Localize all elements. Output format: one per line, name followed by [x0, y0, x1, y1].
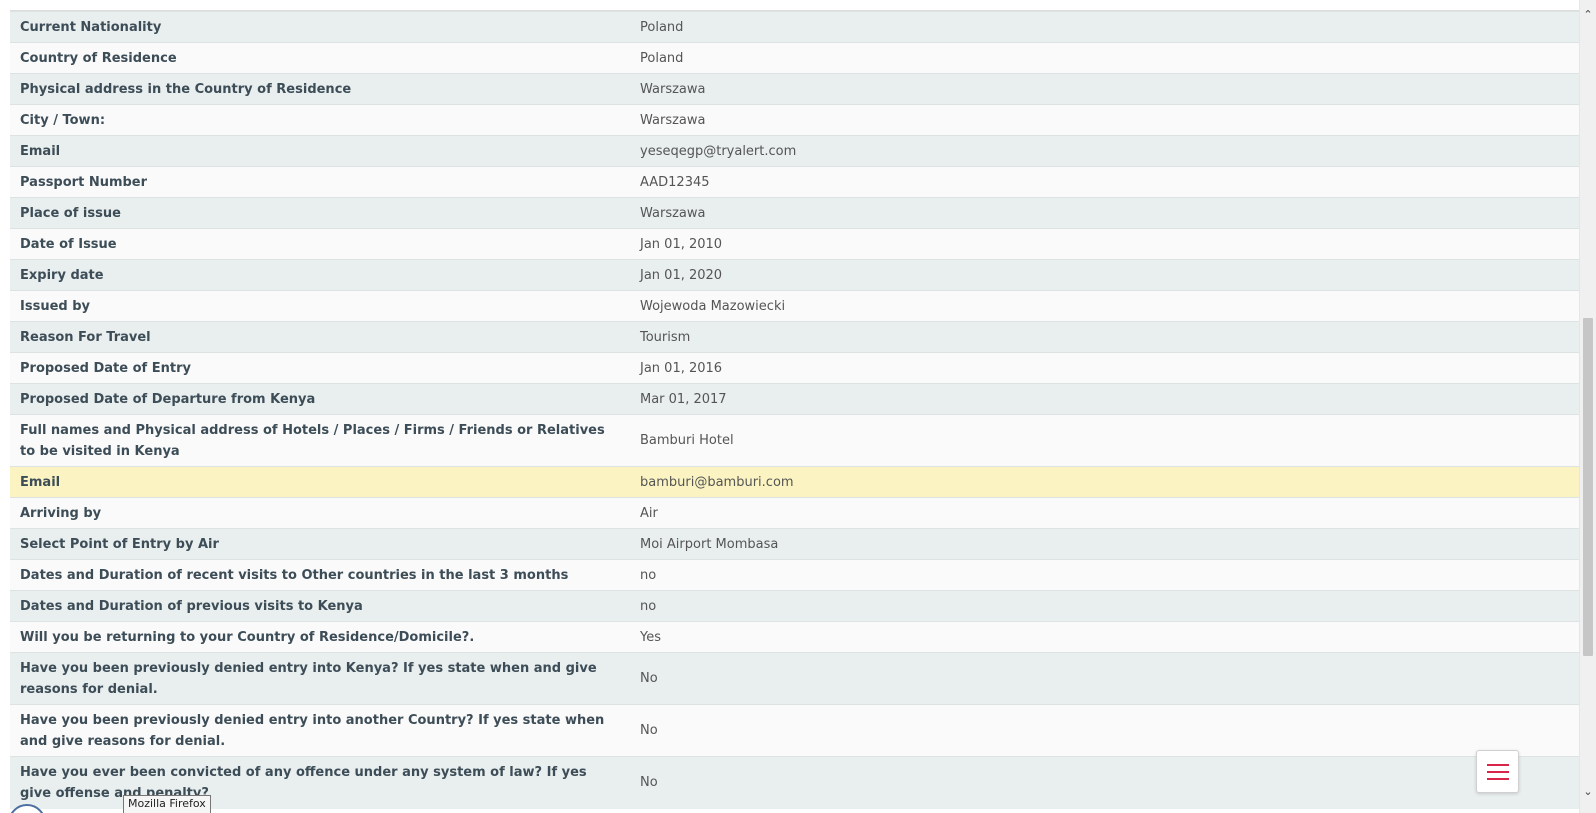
table-row: Email yeseqegp@tryalert.com: [10, 135, 1580, 167]
row-value: Tourism: [630, 321, 1580, 353]
hamburger-menu-icon: [1486, 763, 1509, 780]
table-row: Have you been previously denied entry in…: [10, 652, 1580, 705]
menu-button[interactable]: [1476, 750, 1519, 793]
row-label: Expiry date: [10, 259, 630, 291]
row-label: Issued by: [10, 290, 630, 322]
row-label: Proposed Date of Entry: [10, 352, 630, 384]
vertical-scrollbar[interactable]: ⌃ ⌄: [1579, 0, 1596, 813]
row-label: Email: [10, 466, 630, 498]
table-row: Have you ever been convicted of any offe…: [10, 756, 1580, 809]
row-label: Dates and Duration of previous visits to…: [10, 590, 630, 622]
row-value: Jan 01, 2016: [630, 352, 1580, 384]
row-label: Physical address in the Country of Resid…: [10, 73, 630, 105]
table-row: Proposed Date of Departure from Kenya Ma…: [10, 383, 1580, 415]
table-row: Have you been previously denied entry in…: [10, 704, 1580, 757]
table-row: Proposed Date of Entry Jan 01, 2016: [10, 352, 1580, 384]
row-value: No: [630, 704, 1580, 757]
row-value: No: [630, 652, 1580, 705]
table-row: Place of issue Warszawa: [10, 197, 1580, 229]
table-row-highlighted: Email bamburi@bamburi.com: [10, 466, 1580, 498]
row-label: Select Point of Entry by Air: [10, 528, 630, 560]
row-label: Date of Issue: [10, 228, 630, 260]
row-label: Arriving by: [10, 497, 630, 529]
row-label: Have you been previously denied entry in…: [10, 704, 630, 757]
row-value: bamburi@bamburi.com: [630, 466, 1580, 498]
table-row: Expiry date Jan 01, 2020: [10, 259, 1580, 291]
table-top-edge: [10, 0, 1580, 11]
table-row: Arriving by Air: [10, 497, 1580, 529]
scroll-down-icon[interactable]: ⌄: [1580, 783, 1596, 801]
row-value: Poland: [630, 42, 1580, 74]
row-label: Current Nationality: [10, 11, 630, 43]
review-page: Current Nationality Poland Country of Re…: [0, 0, 1580, 813]
table-row: Date of Issue Jan 01, 2010: [10, 228, 1580, 260]
row-label: Place of issue: [10, 197, 630, 229]
table-row: Passport Number AAD12345: [10, 166, 1580, 198]
table-row: Reason For Travel Tourism: [10, 321, 1580, 353]
row-label: Reason For Travel: [10, 321, 630, 353]
row-value: AAD12345: [630, 166, 1580, 198]
application-review-table: Current Nationality Poland Country of Re…: [10, 11, 1580, 809]
table-row: Full names and Physical address of Hotel…: [10, 414, 1580, 467]
table-row: Dates and Duration of previous visits to…: [10, 590, 1580, 622]
row-value: No: [630, 756, 1580, 809]
table-row: Physical address in the Country of Resid…: [10, 73, 1580, 105]
row-label: Passport Number: [10, 166, 630, 198]
row-value: Jan 01, 2020: [630, 259, 1580, 291]
row-value: Yes: [630, 621, 1580, 653]
row-value: Warszawa: [630, 73, 1580, 105]
row-value: Mar 01, 2017: [630, 383, 1580, 415]
row-value: Moi Airport Mombasa: [630, 528, 1580, 560]
row-label: Proposed Date of Departure from Kenya: [10, 383, 630, 415]
table-row: Issued by Wojewoda Mazowiecki: [10, 290, 1580, 322]
row-value: Warszawa: [630, 104, 1580, 136]
table-row: Will you be returning to your Country of…: [10, 621, 1580, 653]
row-label: Full names and Physical address of Hotel…: [10, 414, 630, 467]
row-value: Air: [630, 497, 1580, 529]
scroll-up-icon[interactable]: ⌃: [1580, 6, 1596, 24]
row-value: Poland: [630, 11, 1580, 43]
row-label: Will you be returning to your Country of…: [10, 621, 630, 653]
row-value: yeseqegp@tryalert.com: [630, 135, 1580, 167]
scrollbar-thumb[interactable]: [1583, 318, 1593, 656]
table-row: Dates and Duration of recent visits to O…: [10, 559, 1580, 591]
row-label: Email: [10, 135, 630, 167]
row-label: Dates and Duration of recent visits to O…: [10, 559, 630, 591]
row-label: Have you ever been convicted of any offe…: [10, 756, 630, 809]
row-value: no: [630, 590, 1580, 622]
row-label: City / Town:: [10, 104, 630, 136]
table-row: Country of Residence Poland: [10, 42, 1580, 74]
row-value: no: [630, 559, 1580, 591]
row-value: Wojewoda Mazowiecki: [630, 290, 1580, 322]
table-row: City / Town: Warszawa: [10, 104, 1580, 136]
row-label: Country of Residence: [10, 42, 630, 74]
browser-tooltip: Mozilla Firefox: [123, 795, 211, 813]
table-row: Current Nationality Poland: [10, 11, 1580, 43]
table-row: Select Point of Entry by Air Moi Airport…: [10, 528, 1580, 560]
row-label: Have you been previously denied entry in…: [10, 652, 630, 705]
row-value: Jan 01, 2010: [630, 228, 1580, 260]
row-value: Warszawa: [630, 197, 1580, 229]
row-value: Bamburi Hotel: [630, 414, 1580, 467]
